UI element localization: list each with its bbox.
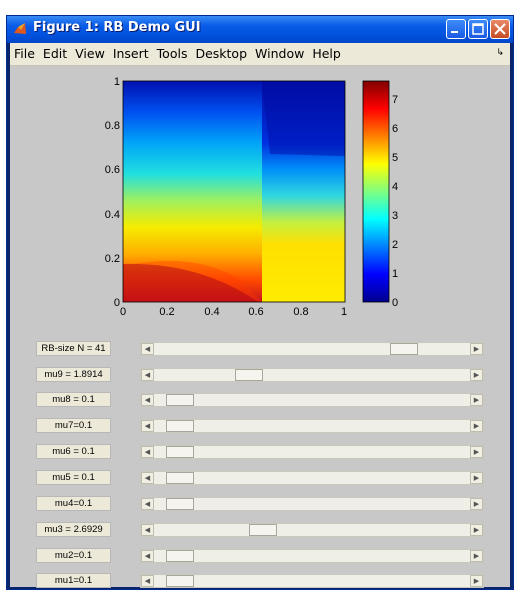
close-icon xyxy=(494,23,506,35)
slider-thumb[interactable] xyxy=(165,420,194,432)
mu6-slider[interactable]: ◀ ▶ xyxy=(140,445,484,459)
slider-label: mu5 = 0.1 xyxy=(36,470,111,485)
slider-label: mu1=0.1 xyxy=(36,573,111,588)
slider-thumb[interactable] xyxy=(165,550,194,562)
mu9-slider[interactable]: ◀ ▶ xyxy=(140,368,484,382)
x-tick-label: 1 xyxy=(341,306,347,318)
slider-right-arrow-icon[interactable]: ▶ xyxy=(470,550,483,562)
figure-client-area: 0 0.2 0.4 0.6 0.8 1 0 0.2 0.4 0.6 0.8 1 … xyxy=(10,66,510,588)
colorbar-tick-label: 6 xyxy=(392,123,398,135)
slider-right-arrow-icon[interactable]: ▶ xyxy=(470,472,483,484)
slider-left-arrow-icon[interactable]: ◀ xyxy=(141,394,154,406)
slider-left-arrow-icon[interactable]: ◀ xyxy=(141,524,154,536)
figure-window: Figure 1: RB Demo GUI File Edit View Insert… xyxy=(6,15,514,590)
colorbar-tick-label: 2 xyxy=(392,239,398,251)
maximize-icon xyxy=(472,23,484,35)
slider-left-arrow-icon[interactable]: ◀ xyxy=(141,420,154,432)
slider-thumb[interactable] xyxy=(390,343,419,355)
slider-left-arrow-icon[interactable]: ◀ xyxy=(141,498,154,510)
colorbar-tick-label: 5 xyxy=(392,152,398,164)
slider-right-arrow-icon[interactable]: ▶ xyxy=(470,420,483,432)
mu7-slider[interactable]: ◀ ▶ xyxy=(140,419,484,433)
menu-edit[interactable]: Edit xyxy=(39,43,71,61)
y-tick-label: 0.6 xyxy=(105,164,120,176)
y-axis: 0 0.2 0.4 0.6 0.8 1 xyxy=(105,76,120,309)
x-tick-label: 0.4 xyxy=(204,306,219,318)
slider-thumb[interactable] xyxy=(165,472,194,484)
slider-left-arrow-icon[interactable]: ◀ xyxy=(141,446,154,458)
window-title: Figure 1: RB Demo GUI xyxy=(33,20,201,35)
mu8-slider[interactable]: ◀ ▶ xyxy=(140,393,484,407)
slider-thumb[interactable] xyxy=(165,446,194,458)
slider-thumb[interactable] xyxy=(249,524,278,536)
close-button[interactable] xyxy=(490,19,510,39)
plot-area: 0 0.2 0.4 0.6 0.8 1 0 0.2 0.4 0.6 0.8 1 … xyxy=(105,76,398,318)
y-tick-label: 1 xyxy=(114,76,120,88)
colorbar: 0 1 2 3 4 5 6 7 xyxy=(362,80,398,309)
slider-left-arrow-icon[interactable]: ◀ xyxy=(141,550,154,562)
slider-thumb[interactable] xyxy=(165,575,194,587)
menu-view[interactable]: View xyxy=(71,43,109,61)
y-tick-label: 0 xyxy=(114,297,120,309)
slider-left-arrow-icon[interactable]: ◀ xyxy=(141,575,154,587)
colorbar-tick-label: 0 xyxy=(392,297,398,309)
y-tick-label: 0.4 xyxy=(105,209,120,221)
colorbar-tick-label: 3 xyxy=(392,210,398,222)
slider-left-arrow-icon[interactable]: ◀ xyxy=(141,369,154,381)
matlab-icon xyxy=(14,23,26,34)
slider-label: mu2=0.1 xyxy=(36,548,111,563)
slider-label: mu6 = 0.1 xyxy=(36,444,111,459)
slider-right-arrow-icon[interactable]: ▶ xyxy=(470,369,483,381)
x-tick-label: 0.8 xyxy=(293,306,308,318)
maximize-button[interactable] xyxy=(468,19,488,39)
slider-label: mu8 = 0.1 xyxy=(36,392,111,407)
y-tick-label: 0.2 xyxy=(105,253,120,265)
slider-left-arrow-icon[interactable]: ◀ xyxy=(141,472,154,484)
colorbar-tick-label: 7 xyxy=(392,94,398,106)
title-bar[interactable]: Figure 1: RB Demo GUI xyxy=(7,16,513,43)
mu1-slider[interactable]: ◀ ▶ xyxy=(140,574,484,588)
x-tick-label: 0.6 xyxy=(248,306,263,318)
menu-insert[interactable]: Insert xyxy=(109,43,153,61)
slider-right-arrow-icon[interactable]: ▶ xyxy=(470,575,483,587)
menu-help[interactable]: Help xyxy=(308,43,345,61)
mu4-slider[interactable]: ◀ ▶ xyxy=(140,497,484,511)
menu-file[interactable]: File xyxy=(10,43,39,61)
menu-window[interactable]: Window xyxy=(251,43,308,61)
x-axis: 0 0.2 0.4 0.6 0.8 1 xyxy=(120,306,347,318)
slider-right-arrow-icon[interactable]: ▶ xyxy=(470,498,483,510)
slider-label: RB-size N = 41 xyxy=(36,341,111,356)
slider-label: mu3 = 2.6929 xyxy=(36,522,111,537)
minimize-button[interactable] xyxy=(446,19,466,39)
minimize-icon xyxy=(451,31,458,33)
dock-arrow-icon[interactable]: ↳ xyxy=(496,48,504,58)
slider-right-arrow-icon[interactable]: ▶ xyxy=(470,524,483,536)
mu5-slider[interactable]: ◀ ▶ xyxy=(140,471,484,485)
menu-desktop[interactable]: Desktop xyxy=(191,43,251,61)
slider-label: mu7=0.1 xyxy=(36,418,111,433)
slider-thumb[interactable] xyxy=(234,369,263,381)
colorbar-tick-label: 4 xyxy=(392,181,398,193)
mu3-slider[interactable]: ◀ ▶ xyxy=(140,523,484,537)
menu-bar: File Edit View Insert Tools Desktop Window Help… xyxy=(10,43,510,66)
slider-thumb[interactable] xyxy=(165,394,194,406)
slider-left-arrow-icon[interactable]: ◀ xyxy=(141,343,154,355)
rb-size-slider[interactable]: ◀ ▶ xyxy=(140,342,484,356)
mu2-slider[interactable]: ◀ ▶ xyxy=(140,549,484,563)
slider-right-arrow-icon[interactable]: ▶ xyxy=(470,343,483,355)
x-tick-label: 0.2 xyxy=(159,306,174,318)
menu-tools[interactable]: Tools xyxy=(153,43,192,61)
colorbar-tick-label: 1 xyxy=(392,268,398,280)
slider-thumb[interactable] xyxy=(165,498,194,510)
slider-right-arrow-icon[interactable]: ▶ xyxy=(470,394,483,406)
slider-label: mu4=0.1 xyxy=(36,496,111,511)
slider-right-arrow-icon[interactable]: ▶ xyxy=(470,446,483,458)
x-tick-label: 0 xyxy=(120,306,126,318)
y-tick-label: 0.8 xyxy=(105,120,120,132)
slider-label: mu9 = 1.8914 xyxy=(36,367,111,382)
